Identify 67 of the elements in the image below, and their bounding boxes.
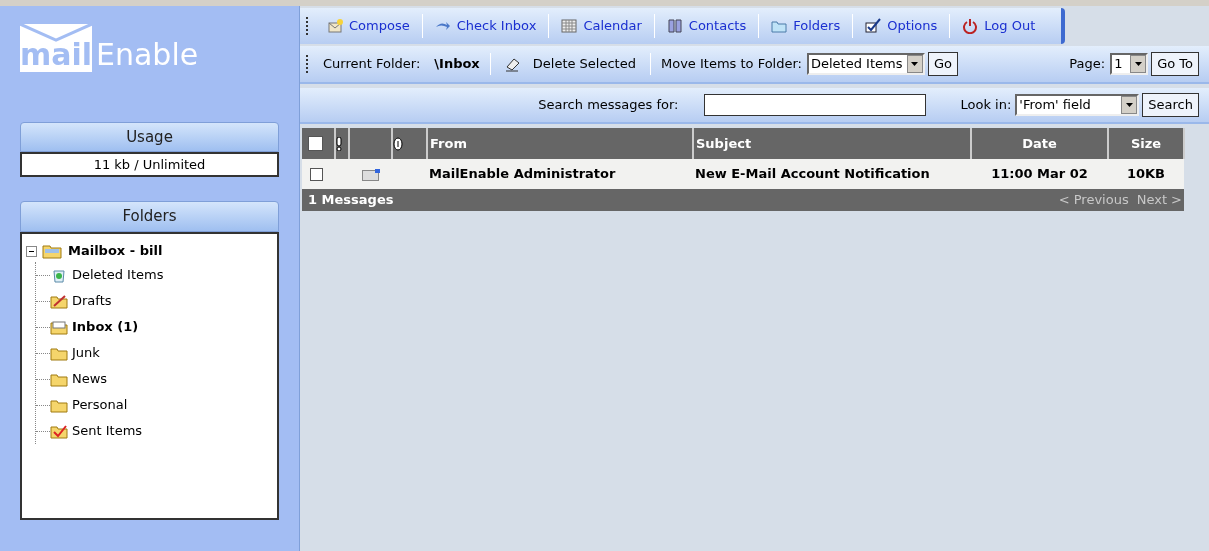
panel-header: Usage — [20, 122, 279, 152]
folder-item[interactable]: Junk — [50, 343, 100, 363]
calendar-icon — [561, 18, 578, 34]
current-folder: \Inbox — [434, 55, 480, 74]
panel-header: Folders — [20, 201, 279, 232]
caret-icon — [911, 62, 919, 66]
folder-item[interactable]: Deleted Items — [50, 265, 164, 285]
column-header[interactable]: Date — [1022, 135, 1057, 151]
caret-icon — [1134, 62, 1142, 66]
checkbox-icon — [865, 18, 882, 34]
checkbox[interactable] — [308, 136, 323, 151]
dropdown[interactable]: 1 — [1110, 53, 1149, 75]
recycle-bin-icon — [50, 267, 68, 283]
mailbox-icon — [42, 243, 62, 259]
table-cell: New E-Mail Account Notification — [695, 166, 930, 182]
folder-icon — [50, 293, 68, 309]
folder-item[interactable]: Sent Items — [50, 421, 143, 441]
envelope-icon — [327, 18, 343, 34]
nav-button[interactable]: Folders — [759, 11, 853, 41]
nav-button[interactable]: Options — [853, 11, 950, 41]
column-header[interactable]: From — [430, 135, 467, 151]
collapse-toggle[interactable] — [26, 245, 37, 257]
folder-item[interactable]: Personal — [50, 395, 128, 415]
search-field[interactable] — [703, 94, 926, 116]
checkbox[interactable] — [310, 167, 323, 181]
folder-item[interactable]: News — [50, 369, 108, 389]
paperclip-icon — [393, 136, 403, 151]
look-in-label: Look in: — [960, 96, 1012, 115]
folder-item[interactable]: Drafts — [50, 291, 112, 311]
search-label: Search messages for: — [538, 96, 679, 115]
nav-button[interactable]: Check Inbox — [422, 11, 549, 41]
folder-item[interactable]: Inbox (1) — [50, 317, 139, 337]
button[interactable]: Search — [1142, 93, 1199, 117]
folder-icon — [50, 371, 68, 387]
dropdown[interactable]: 'From' field — [1015, 94, 1140, 116]
table-cell: 11:00 Mar 02 — [991, 166, 1088, 182]
caret-icon — [1125, 103, 1133, 107]
table-cell: MailEnable Administrator — [429, 166, 616, 182]
table-cell: 10KB — [1126, 166, 1166, 182]
nav-button[interactable]: Calendar — [549, 11, 654, 41]
button[interactable]: Go — [928, 52, 958, 76]
logo: mail Enable — [20, 24, 199, 72]
eraser-icon — [504, 56, 521, 72]
move-label: Move Items to Folder: — [660, 55, 802, 74]
current-folder-label: Current Folder: — [323, 55, 421, 74]
folder-icon — [771, 18, 788, 34]
envelope-icon — [361, 168, 380, 181]
folder-icon — [50, 345, 68, 361]
nav-button[interactable]: Contacts — [654, 11, 759, 41]
power-icon — [962, 18, 979, 34]
message-count: 1 Messages — [308, 192, 394, 208]
button[interactable]: Go To — [1151, 52, 1199, 76]
book-icon — [666, 18, 683, 34]
next-link[interactable]: Next > — [1136, 192, 1182, 208]
folder-icon — [50, 319, 68, 335]
delete-selected-button[interactable]: Delete Selected — [500, 54, 640, 74]
mailbox-item[interactable]: Mailbox - bill — [68, 241, 163, 261]
priority-icon — [336, 136, 342, 151]
nav-button[interactable]: Compose — [315, 11, 422, 41]
column-header[interactable]: Size — [1130, 135, 1162, 151]
page-label: Page: — [1069, 55, 1106, 74]
folder-icon — [50, 397, 68, 413]
nav-button[interactable]: Log Out — [950, 11, 1048, 41]
column-header[interactable]: Subject — [696, 135, 752, 151]
folder-icon — [50, 423, 68, 439]
dropdown[interactable]: Deleted Items — [807, 53, 925, 75]
usage-value: 11 kb / Unlimited — [20, 152, 279, 177]
